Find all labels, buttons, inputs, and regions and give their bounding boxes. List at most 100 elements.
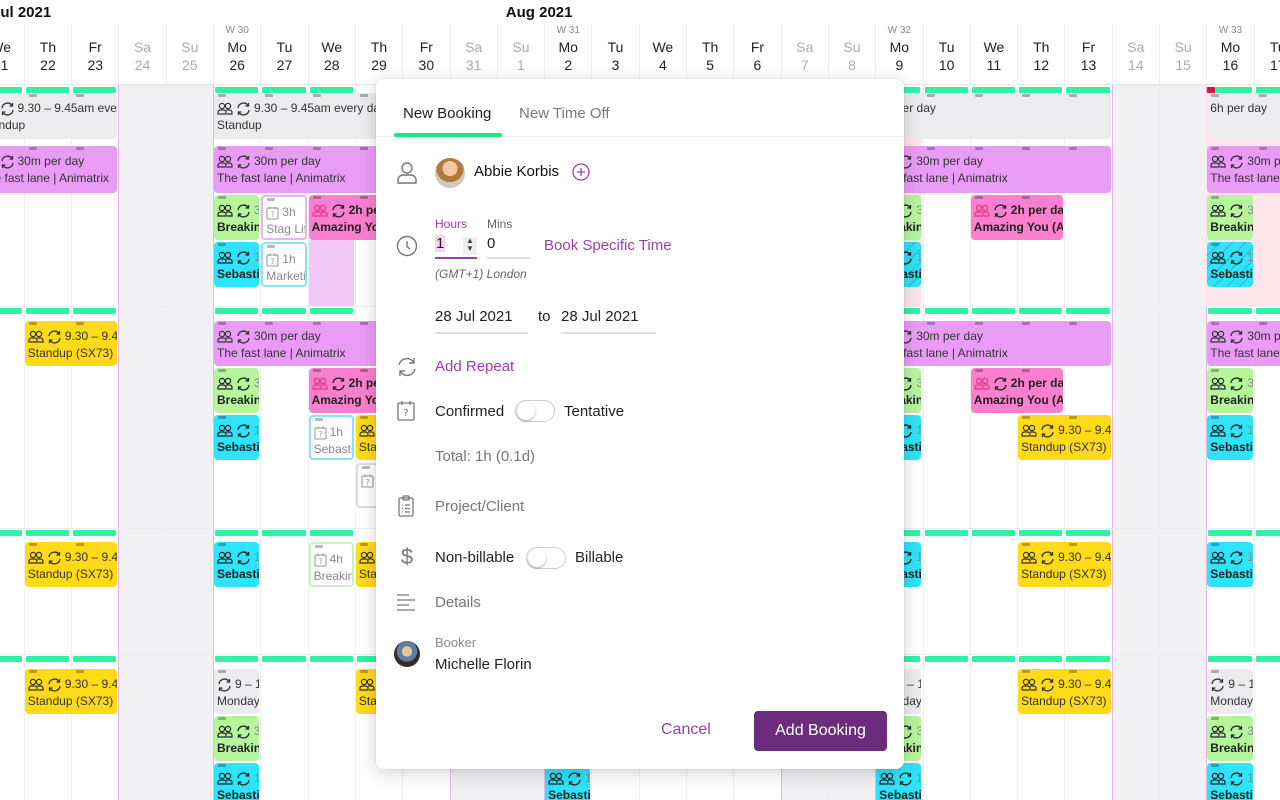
booking-block[interactable]: 9.30 – 9.45am Standup (SX73) | Daily [1018,542,1111,587]
booking-block[interactable]: ? 4h Breaking [308,542,354,587]
day-tick [76,147,85,150]
booking-block[interactable]: 6h per day [1207,93,1280,139]
start-date-field[interactable]: 28 Jul 2021 [435,308,528,334]
booking-block[interactable]: 9.30 – 9.45am every day Standup [0,93,118,139]
people-icon [1210,377,1226,390]
day-header[interactable]: Su 25 [165,24,213,84]
booking-block[interactable]: ? 3h Stag Life [261,195,307,240]
booking-block[interactable]: 3 Breaking [1207,716,1253,761]
booking-block[interactable]: ? 1h Sebastian [308,415,354,460]
booking-block[interactable]: 2h per day Amazing You (AI) [970,195,1064,240]
plus-circle-icon[interactable] [572,163,590,186]
day-header[interactable]: We 11 [969,24,1017,84]
booking-block[interactable]: 3 Breaking [214,368,260,413]
day-tick [218,543,226,546]
day-header[interactable]: Tu 3 [591,24,638,84]
booking-block[interactable]: 1 Sebastian [1207,242,1253,287]
day-header[interactable]: Tu 27 [260,24,307,84]
project-client-field[interactable]: Project/Client [435,498,524,515]
booking-block[interactable]: 3 Breaking [1207,368,1253,413]
booking-block[interactable]: 1 Sebastian [214,415,260,460]
booking-block[interactable]: 3 Breaking [1207,195,1253,240]
booking-block[interactable]: 9.30 – 9.45am Standup (SX73) | Daily [1018,669,1111,714]
day-header[interactable]: Fr 30 [402,24,449,84]
booking-time-text: 9.30 – 9.45am [1058,550,1111,564]
day-header[interactable]: W 30 Mo 26 [213,24,260,84]
day-tick [218,243,226,246]
booking-block[interactable]: 1 Sebastian [214,242,260,287]
booking-block[interactable]: 1 Sebastian [214,542,260,587]
end-date-field[interactable]: 28 Jul 2021 [561,308,656,334]
day-header[interactable]: We 28 [307,24,355,84]
day-header[interactable]: Fr 23 [71,24,118,84]
book-specific-time-link[interactable]: Book Specific Time [544,237,672,254]
day-tick [218,416,226,419]
booking-block[interactable]: 9.30 – 9.45am Standup (SX73) | Daily [24,669,118,714]
day-tick [974,322,983,325]
billable-toggle[interactable] [526,547,566,569]
hours-stepper[interactable]: ▲ ▼ [463,237,477,255]
booking-block[interactable]: 9 – 1 Monday [1207,669,1253,714]
booking-block[interactable]: 9.30 – 9.45am Standup (SX73) | Daily [24,542,118,587]
booking-block[interactable]: 30m per day The fast lane | Animatrix [1207,321,1280,366]
day-header[interactable]: Th 12 [1017,24,1064,84]
booking-block[interactable]: 9.30 – 9.45am Standup (SX73) | Daily [24,321,118,366]
day-header[interactable]: W 32 Mo 9 [875,24,922,84]
people-icon [311,377,328,390]
day-date: 13 [1080,57,1097,73]
booking-block[interactable]: 9 – 1 Monday [214,669,260,714]
day-column[interactable] [1159,85,1207,800]
day-column[interactable] [1111,85,1159,800]
day-header[interactable]: Su 8 [827,24,875,84]
day-header[interactable]: We 4 [638,24,686,84]
day-header[interactable]: W 33 Mo 16 [1206,24,1253,84]
day-header[interactable]: Fr 13 [1064,24,1111,84]
day-tick [359,369,368,372]
tab-new-booking[interactable]: New Booking [403,105,491,122]
add-booking-button[interactable]: Add Booking [754,711,887,751]
day-header[interactable]: Su 15 [1159,24,1206,84]
add-repeat-link[interactable]: Add Repeat [435,358,514,375]
booking-block[interactable]: 6h per day [876,93,1111,139]
day-header[interactable]: W 31 Mo 2 [544,24,591,84]
booking-block[interactable]: 30m per day The fast lane | Animatrix [876,146,1111,193]
booking-time-text: 3 [254,203,260,217]
day-header[interactable]: Fr 6 [733,24,780,84]
booking-block[interactable]: 9.30 – 9.45am Standup (SX73) | Daily [1018,415,1111,460]
booking-block[interactable]: 30m per day The fast lane | Animatrix [0,146,118,193]
booking-time: 30m per day [879,328,1108,345]
day-header[interactable]: Sa 31 [449,24,497,84]
day-header[interactable]: Th 5 [686,24,733,84]
booking-block[interactable]: 30m per day The fast lane | Animatrix [1207,146,1280,193]
booking-block[interactable]: 1 Sebastian [214,763,260,800]
booking-block[interactable]: 2h per day Amazing You (AI) [970,368,1064,413]
day-header[interactable]: Sa 7 [780,24,828,84]
day-header[interactable]: Sa 24 [118,24,165,84]
hours-input[interactable]: 1 ▲ ▼ [435,235,477,259]
booking-block[interactable]: 30m per day The fast lane | Animatrix [876,321,1111,366]
booking-block[interactable]: 1 Sebastian [1207,415,1253,460]
confirmed-tentative-toggle[interactable] [515,400,555,422]
booking-block[interactable]: 1 Sebastian [1207,542,1253,587]
day-header[interactable]: We 21 [0,24,24,84]
day-header[interactable]: Th 29 [354,24,402,84]
day-tick [28,322,37,325]
booking-block[interactable]: 3 Breaking [214,716,260,761]
day-header[interactable]: Tu 10 [922,24,970,84]
tab-new-time-off[interactable]: New Time Off [519,105,610,122]
week-number [498,24,544,38]
mins-input[interactable]: 0 [487,235,530,259]
booking-block[interactable]: ? 1h Marketing [261,242,307,287]
booking-time-text: 2h per day [1010,203,1064,217]
day-column[interactable] [165,85,213,800]
day-header[interactable]: Tu 17 [1253,24,1280,84]
day-header[interactable]: Su 1 [496,24,544,84]
booking-block[interactable]: 1 Sebastian [1207,763,1253,800]
day-column[interactable] [118,85,166,800]
details-field[interactable]: Details [435,594,481,611]
day-header[interactable]: Sa 14 [1111,24,1159,84]
cancel-button[interactable]: Cancel [661,721,711,739]
day-header[interactable]: Th 22 [23,24,71,84]
booking-block[interactable]: 3 Breaking [214,195,260,240]
toggle-knob [517,402,535,420]
